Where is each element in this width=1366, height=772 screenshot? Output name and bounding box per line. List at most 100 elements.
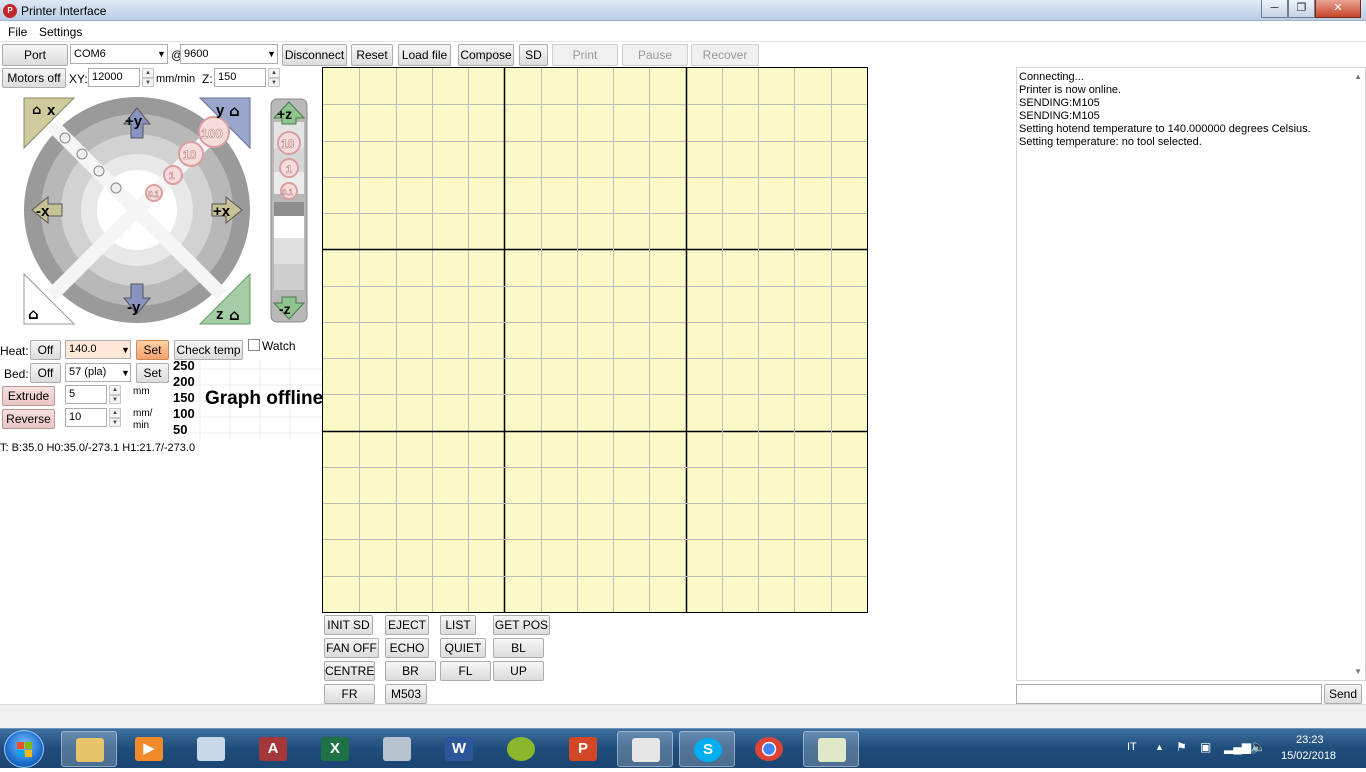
volume-icon[interactable]: 🔈 xyxy=(1250,739,1266,755)
bed-set-button[interactable]: Set xyxy=(136,363,169,383)
macro-get-pos-button[interactable]: GET POS xyxy=(493,615,550,635)
disconnect-button[interactable]: Disconnect xyxy=(282,44,347,66)
compose-button[interactable]: Compose xyxy=(458,44,514,66)
taskbar-skype[interactable]: S xyxy=(679,731,735,767)
macro-echo-button[interactable]: ECHO xyxy=(385,638,429,658)
taskbar-word[interactable]: W xyxy=(431,731,487,767)
print-button[interactable]: Print xyxy=(552,44,618,66)
z-jog-control[interactable]: +z -z 10 1 0.1 xyxy=(270,98,308,323)
print-bed-grid[interactable] xyxy=(322,67,868,613)
flag-icon[interactable]: ⚑ xyxy=(1176,740,1187,754)
load-file-button[interactable]: Load file xyxy=(398,44,451,66)
pause-button[interactable]: Pause xyxy=(622,44,688,66)
macro-br-button[interactable]: BR xyxy=(385,661,436,681)
minus-y-label: -y xyxy=(127,299,141,316)
home-y-label: y xyxy=(216,102,225,119)
macro-init-sd-button[interactable]: INIT SD xyxy=(324,615,373,635)
sd-button[interactable]: SD xyxy=(519,44,548,66)
scroll-up-icon[interactable]: ▲ xyxy=(1354,72,1362,81)
port-select[interactable]: COM6 xyxy=(70,44,168,64)
heat-off-button[interactable]: Off xyxy=(30,340,61,360)
bed-off-button[interactable]: Off xyxy=(30,363,61,383)
spin-up-icon[interactable]: ▲ xyxy=(142,68,154,78)
spin-up-icon[interactable]: ▲ xyxy=(268,68,280,78)
z-step-zone[interactable] xyxy=(274,238,304,264)
clock-date[interactable]: 15/02/2018 xyxy=(1281,750,1336,762)
spin-down-icon[interactable]: ▼ xyxy=(268,78,280,87)
bed-label: Bed: xyxy=(4,367,29,381)
taskbar-calculator[interactable] xyxy=(369,731,425,767)
taskbar-media-player[interactable]: ▶ xyxy=(121,731,177,767)
macro-up-button[interactable]: UP xyxy=(493,661,544,681)
taskbar-explorer[interactable] xyxy=(61,731,117,767)
macro-centre-button[interactable]: CENTRE xyxy=(324,661,375,681)
calculator-icon xyxy=(383,737,411,761)
start-button[interactable] xyxy=(4,730,44,768)
taskbar-powerpoint[interactable]: P xyxy=(555,731,611,767)
macro-fl-button[interactable]: FL xyxy=(440,661,491,681)
step-10-label: 10 xyxy=(183,148,197,162)
skype-icon: S xyxy=(694,738,722,762)
spin-up-icon[interactable]: ▲ xyxy=(109,408,121,418)
command-input[interactable] xyxy=(1016,684,1322,704)
console-log[interactable]: Connecting... Printer is now online. SEN… xyxy=(1016,67,1366,681)
macro-list-button[interactable]: LIST xyxy=(440,615,476,635)
device-icon[interactable]: ▣ xyxy=(1200,740,1211,754)
spin-down-icon[interactable]: ▼ xyxy=(142,78,154,87)
recover-button[interactable]: Recover xyxy=(691,44,759,66)
extrude-button[interactable]: Extrude xyxy=(2,386,55,406)
close-button[interactable]: ✕ xyxy=(1315,0,1361,18)
reset-button[interactable]: Reset xyxy=(351,44,393,66)
spin-down-icon[interactable]: ▼ xyxy=(109,395,121,404)
plus-x-label: +x xyxy=(213,203,231,220)
minimize-button[interactable]: ─ xyxy=(1261,0,1288,18)
port-button[interactable]: Port xyxy=(2,44,68,66)
maximize-button[interactable]: ❐ xyxy=(1288,0,1315,18)
taskbar-chrome[interactable] xyxy=(741,731,797,767)
clock-time[interactable]: 23:23 xyxy=(1296,734,1324,746)
scroll-down-icon[interactable]: ▼ xyxy=(1354,667,1362,676)
macro-quiet-button[interactable]: QUIET xyxy=(440,638,486,658)
step-dot-icon xyxy=(76,148,88,160)
taskbar-excel[interactable]: X xyxy=(307,731,363,767)
z-step-zone[interactable] xyxy=(274,202,304,216)
z-step-zone[interactable] xyxy=(274,264,304,290)
heat-set-button[interactable]: Set xyxy=(136,340,169,360)
taskbar-printer-interface[interactable] xyxy=(617,731,673,767)
language-indicator[interactable]: IT xyxy=(1127,741,1137,753)
network-icon[interactable]: ▂▄▆ xyxy=(1224,740,1251,754)
taskbar-app[interactable] xyxy=(493,731,549,767)
macro-bl-button[interactable]: BL xyxy=(493,638,544,658)
spin-up-icon[interactable]: ▲ xyxy=(109,385,121,395)
check-temp-button[interactable]: Check temp xyxy=(174,340,243,360)
taskbar-access[interactable]: A xyxy=(245,731,301,767)
z-step-10-label: 10 xyxy=(281,137,295,151)
reverse-button[interactable]: Reverse xyxy=(2,409,55,429)
xy-jog-control[interactable]: ⌂ x y ⌂ ⌂ z ⌂ +y -y -x +x 100 10 1 0.1 xyxy=(18,92,256,328)
z-step-zone[interactable] xyxy=(274,216,304,238)
baud-select[interactable]: 9600 xyxy=(180,44,278,64)
macro-m503-button[interactable]: M503 xyxy=(385,684,427,704)
taskbar-app-2[interactable] xyxy=(803,731,859,767)
chevron-down-icon: ▼ xyxy=(157,49,166,59)
tray-expand-icon[interactable]: ▲ xyxy=(1155,742,1164,752)
extrude-length-input[interactable]: 5 xyxy=(65,385,107,404)
spin-down-icon[interactable]: ▼ xyxy=(109,418,121,427)
watch-checkbox[interactable] xyxy=(248,339,260,351)
z-speed-input[interactable]: 150 xyxy=(214,68,266,87)
send-button[interactable]: Send xyxy=(1324,684,1362,704)
taskbar-paint[interactable] xyxy=(183,731,239,767)
macro-eject-button[interactable]: EJECT xyxy=(385,615,429,635)
step-01-label: 0.1 xyxy=(148,190,160,199)
macro-fr-button[interactable]: FR xyxy=(324,684,375,704)
plus-y-label: +y xyxy=(125,113,143,130)
menu-settings[interactable]: Settings xyxy=(39,25,82,39)
motors-off-button[interactable]: Motors off xyxy=(2,68,66,88)
graph-tick: 150 xyxy=(173,390,195,405)
home-x-label: x xyxy=(47,102,56,119)
title-bar: P Printer Interface ─ ❐ ✕ xyxy=(0,0,1366,21)
xy-speed-input[interactable]: 12000 xyxy=(88,68,140,87)
extrude-speed-input[interactable]: 10 xyxy=(65,408,107,427)
menu-file[interactable]: File xyxy=(8,25,27,39)
macro-fan-off-button[interactable]: FAN OFF xyxy=(324,638,379,658)
